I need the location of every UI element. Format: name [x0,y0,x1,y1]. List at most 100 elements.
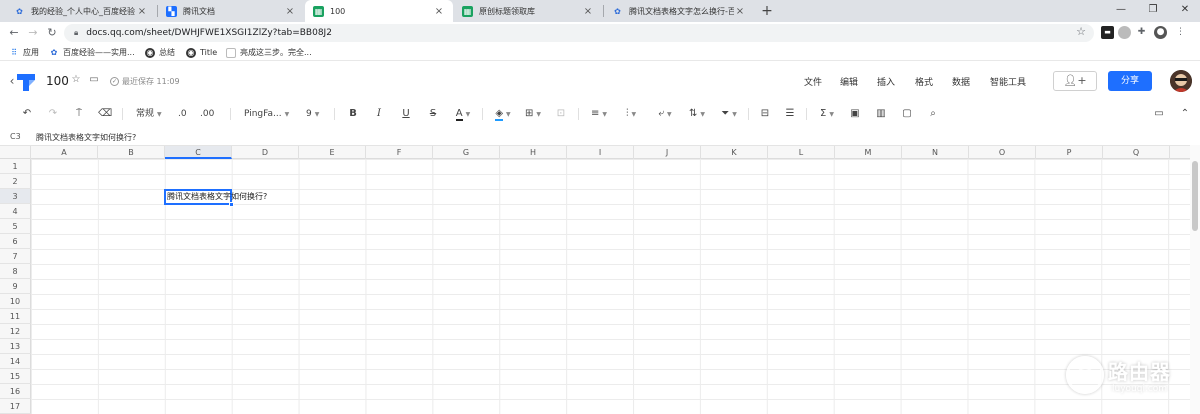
tencent-docs-logo[interactable] [15,72,37,92]
row-header[interactable]: 2 [0,174,31,189]
column-header[interactable]: M [835,146,902,159]
fill-color-button[interactable]: ◈ ▼ [492,106,514,122]
freeze-icon[interactable]: ⊟ [758,106,772,122]
column-header[interactable]: J [634,146,701,159]
document-title[interactable]: 100 [46,74,69,88]
find-replace-icon[interactable]: ⌕ [926,106,940,122]
row-header[interactable]: 6 [0,234,31,249]
column-header[interactable]: Q [1103,146,1170,159]
close-icon[interactable]: × [582,6,594,17]
row-header[interactable]: 15 [0,369,31,384]
select-all-corner[interactable] [0,146,31,159]
underline-button[interactable]: U [400,106,412,122]
browser-tab-1[interactable]: ✿ 我的经验_个人中心_百度经验 × [6,0,156,22]
close-icon[interactable]: × [284,6,296,17]
column-header[interactable]: F [366,146,433,159]
column-header[interactable]: D [232,146,299,159]
font-family-dropdown[interactable]: PingFa... ▼ [244,106,289,122]
increase-decimal-button[interactable]: .00 [200,106,214,122]
menu-format[interactable]: 格式 [915,75,933,88]
star-icon[interactable]: ☆ [70,74,82,86]
browser-tab-4[interactable]: ▦ 原创标题领取库 × [454,0,602,22]
menu-data[interactable]: 数据 [952,75,970,88]
minimize-button[interactable]: — [1106,0,1136,22]
column-header[interactable]: I [567,146,634,159]
spreadsheet-grid[interactable]: A B C D E F G H I J K L M N O P Q 1 2 3 … [0,145,1200,414]
insert-comment-icon[interactable]: ▢ [900,106,914,122]
insert-image-icon[interactable]: ▣ [848,106,862,122]
function-button[interactable]: Σ ▼ [816,106,838,122]
extension-icon[interactable] [1118,26,1131,39]
number-format-dropdown[interactable]: 常规 ▼ [136,106,162,122]
browser-tab-2[interactable]: ▚ 腾讯文档 × [158,0,304,22]
vertical-scrollbar[interactable] [1190,145,1200,414]
row-header[interactable]: 12 [0,324,31,339]
row-header[interactable]: 8 [0,264,31,279]
comment-panel-icon[interactable]: ▭ [1152,106,1166,122]
new-tab-button[interactable]: + [758,2,776,20]
italic-button[interactable]: I [373,106,385,122]
close-icon[interactable]: × [734,6,746,17]
forward-button[interactable]: → [25,25,41,41]
row-header[interactable]: 17 [0,399,31,414]
bookmark-article[interactable]: 亮成这三步。完全... [226,46,312,59]
menu-edit[interactable]: 编辑 [840,75,858,88]
redo-icon[interactable]: ↷ [46,106,60,122]
column-header[interactable]: L [768,146,835,159]
undo-icon[interactable]: ↶ [20,106,34,122]
bookmark-title[interactable]: ◉ Title [186,46,217,59]
bookmark-star-icon[interactable]: ☆ [1076,25,1086,38]
menu-file[interactable]: 文件 [804,75,822,88]
font-color-button[interactable]: A ▼ [452,106,474,122]
horizontal-align-button[interactable]: ≡ ▼ [588,106,610,122]
column-header[interactable]: A [31,146,98,159]
browser-menu-icon[interactable]: ⋮ [1174,26,1187,39]
column-header[interactable]: G [433,146,500,159]
column-header[interactable]: O [969,146,1036,159]
vertical-align-button[interactable]: ⫶ ▼ [620,106,642,122]
column-header[interactable]: H [500,146,567,159]
clear-format-icon[interactable]: ⌫ [98,106,112,122]
row-header[interactable]: 14 [0,354,31,369]
menu-insert[interactable]: 插入 [877,75,895,88]
row-header[interactable]: 10 [0,294,31,309]
format-painter-icon[interactable]: ⍑ [72,106,86,122]
browser-tab-3[interactable]: ▦ 100 × [305,0,453,22]
avatar[interactable] [1170,70,1192,92]
extension-icon[interactable]: ▬ [1101,26,1114,39]
close-icon[interactable]: × [136,6,148,17]
row-header[interactable]: 16 [0,384,31,399]
bookmark-apps[interactable]: ⠿ 应用 [9,46,39,59]
sort-button[interactable]: ⇅ ▼ [686,106,708,122]
puzzle-extensions-icon[interactable]: ✚ [1135,26,1148,39]
row-header[interactable]: 1 [0,159,31,174]
share-button[interactable]: 分享 [1108,71,1152,91]
collapse-toolbar-icon[interactable]: ⌃ [1178,106,1192,122]
column-header[interactable]: B [98,146,165,159]
close-icon[interactable]: × [433,6,445,17]
row-header-selected[interactable]: 3 [0,189,31,204]
column-header[interactable]: P [1036,146,1103,159]
add-collaborator-button[interactable]: 👤︎+ [1053,71,1097,91]
decrease-decimal-button[interactable]: .0 [178,106,187,122]
text-wrap-button[interactable]: ⤶ ▼ [654,106,676,122]
column-header[interactable]: K [701,146,768,159]
border-button[interactable]: ⊞ ▼ [522,106,544,122]
insert-chart-icon[interactable]: ▥ [874,106,888,122]
column-header-selected[interactable]: C [165,146,232,159]
merge-cells-icon[interactable]: ⊡ [554,106,568,122]
filter-button[interactable]: ⏷ ▼ [718,106,740,122]
bookmark-baidu-jingyan[interactable]: ✿ 百度经验——实用... [49,46,135,59]
bookmark-summary[interactable]: ◉ 总结 [145,46,175,59]
address-bar[interactable]: 🔒︎ docs.qq.com/sheet/DWHJFWE1XSGI1ZlZy?t… [64,24,1094,42]
menu-smart-tools[interactable]: 智能工具 [990,75,1026,88]
close-window-button[interactable]: ✕ [1170,0,1200,22]
row-header[interactable]: 13 [0,339,31,354]
scrollbar-thumb[interactable] [1192,161,1198,231]
folder-icon[interactable]: ▭ [88,74,100,86]
row-header[interactable]: 11 [0,309,31,324]
row-header[interactable]: 4 [0,204,31,219]
maximize-button[interactable]: ❐ [1138,0,1168,22]
row-header[interactable]: 9 [0,279,31,294]
profile-icon[interactable]: ● [1154,26,1167,39]
